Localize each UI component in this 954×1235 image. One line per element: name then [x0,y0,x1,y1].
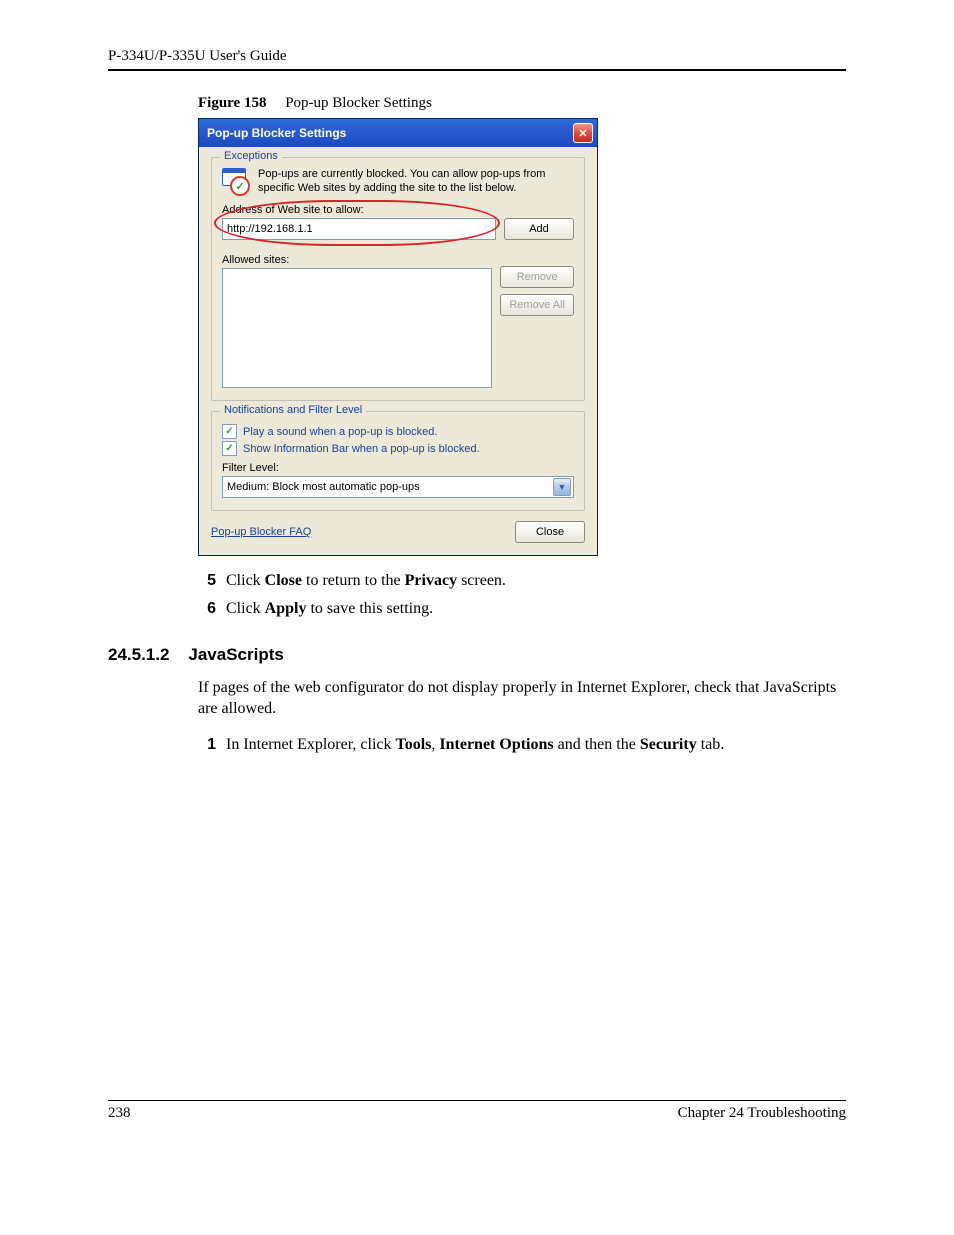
footer-rule [108,1100,846,1101]
address-highlight [222,218,496,240]
step-number: 1 [202,734,216,756]
step-5: 5 Click Close to return to the Privacy s… [202,570,846,592]
step-text: Click Close to return to the Privacy scr… [226,570,506,592]
dialog-footer: Pop-up Blocker FAQ Close [211,521,585,543]
footer-row: 238 Chapter 24 Troubleshooting [108,1105,846,1122]
popup-blocker-dialog: Pop-up Blocker Settings ✕ Exceptions ✓ P… [198,118,598,556]
popup-info-icon: ✓ [222,168,250,196]
figure-title: Pop-up Blocker Settings [285,95,432,111]
steps-section: 1 In Internet Explorer, click Tools, Int… [202,734,846,756]
section-paragraph: If pages of the web configurator do not … [198,677,846,720]
play-sound-row: ✓ Play a sound when a pop-up is blocked. [222,424,574,439]
dialog-body: Exceptions ✓ Pop-ups are currently block… [199,147,597,555]
remove-button[interactable]: Remove [500,266,574,288]
checkbox-checked-icon[interactable]: ✓ [222,424,237,439]
show-bar-row: ✓ Show Information Bar when a pop-up is … [222,441,574,456]
running-head: P-334U/P-335U User's Guide [108,48,846,65]
step-text: In Internet Explorer, click Tools, Inter… [226,734,724,756]
checkbox-checked-icon[interactable]: ✓ [222,441,237,456]
page-number: 238 [108,1105,131,1122]
step-1: 1 In Internet Explorer, click Tools, Int… [202,734,846,756]
address-input[interactable] [222,218,496,240]
step-number: 6 [202,598,216,620]
chevron-down-icon: ▼ [553,478,571,496]
step-text: Click Apply to save this setting. [226,598,433,620]
allowed-row: Remove Remove All [222,266,574,388]
allowed-label: Allowed sites: [222,254,574,266]
address-row: Add [222,218,574,240]
section-title: JavaScripts [188,645,283,664]
page-footer: 238 Chapter 24 Troubleshooting [108,1100,846,1122]
section-number: 24.5.1.2 [108,645,169,664]
notifications-legend: Notifications and Filter Level [220,404,366,416]
close-icon[interactable]: ✕ [573,123,593,143]
document-page: P-334U/P-335U User's Guide Figure 158 Po… [0,0,954,1170]
close-button[interactable]: Close [515,521,585,543]
show-bar-label: Show Information Bar when a pop-up is bl… [243,443,480,455]
figure-caption: Figure 158 Pop-up Blocker Settings [198,95,846,112]
notifications-group: Notifications and Filter Level ✓ Play a … [211,411,585,511]
filter-level-value: Medium: Block most automatic pop-ups [227,481,420,493]
info-text: Pop-ups are currently blocked. You can a… [258,168,574,196]
figure-label: Figure 158 [198,95,266,111]
add-button[interactable]: Add [504,218,574,240]
remove-all-button[interactable]: Remove All [500,294,574,316]
header-rule [108,69,846,71]
step-6: 6 Click Apply to save this setting. [202,598,846,620]
dialog-titlebar: Pop-up Blocker Settings ✕ [199,119,597,147]
dialog-title: Pop-up Blocker Settings [207,126,346,140]
info-row: ✓ Pop-ups are currently blocked. You can… [222,168,574,196]
steps-after-figure: 5 Click Close to return to the Privacy s… [202,570,846,621]
faq-link[interactable]: Pop-up Blocker FAQ [211,526,311,538]
list-side-buttons: Remove Remove All [500,266,574,316]
exceptions-group: Exceptions ✓ Pop-ups are currently block… [211,157,585,401]
filter-level-label: Filter Level: [222,462,574,474]
chapter-label: Chapter 24 Troubleshooting [678,1105,846,1122]
address-label: Address of Web site to allow: [222,204,574,216]
section-heading: 24.5.1.2 JavaScripts [108,645,846,665]
play-sound-label: Play a sound when a pop-up is blocked. [243,426,437,438]
allowed-sites-list[interactable] [222,268,492,388]
filter-level-select[interactable]: Medium: Block most automatic pop-ups ▼ [222,476,574,498]
exceptions-legend: Exceptions [220,150,282,162]
step-number: 5 [202,570,216,592]
